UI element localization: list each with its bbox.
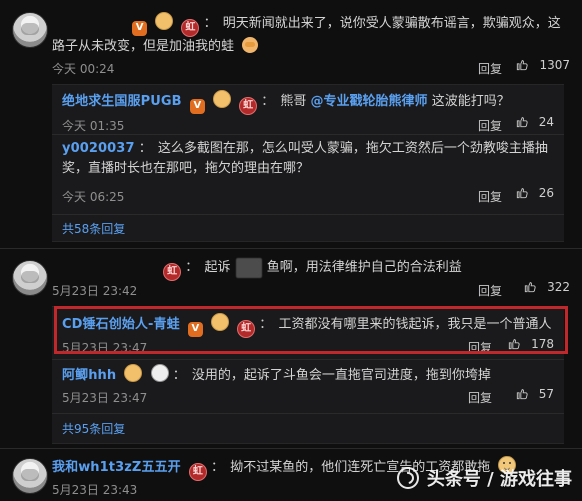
like-count: 1307 bbox=[539, 58, 570, 72]
colon-separator: ： bbox=[172, 368, 186, 383]
verified-icon: V bbox=[189, 98, 205, 114]
colon-separator: ： bbox=[211, 460, 225, 475]
mention-link[interactable]: @专业戳轮胎熊律师 bbox=[311, 94, 428, 109]
like-button[interactable]: 24 bbox=[515, 115, 554, 129]
toutiao-logo-icon bbox=[396, 467, 419, 489]
comment-body: 虹 ： 起诉 ██ 鱼啊，用法律维护自己的合法利益 bbox=[52, 258, 564, 281]
comment-2: 虹 ： 起诉 ██ 鱼啊，用法律维护自己的合法利益 5月23日 23:42 回复… bbox=[0, 248, 582, 448]
face-badge-icon bbox=[155, 12, 174, 30]
reply-text-suffix: 这波能打吗？ bbox=[431, 94, 510, 109]
reply-author-name[interactable]: 绝地求生国服PUGB bbox=[62, 94, 182, 109]
comment-text-line: V 虹 ： 明天新闻就出来了，说你受人蒙骗散布谣言，欺骗观众，这路子从未改变，但… bbox=[52, 12, 564, 57]
commenter-name[interactable]: 我和wh1t3zZ五五开 bbox=[52, 460, 181, 475]
reply-separator bbox=[52, 134, 564, 135]
like-count: 26 bbox=[538, 186, 554, 200]
face-badge-icon bbox=[212, 90, 231, 108]
reply-text-prefix: 熊哥 bbox=[280, 94, 307, 109]
reply-item: CD锤石创始人-青蛙 V 虹 ： 工资都没有哪里来的钱起诉，我只是一个普通人 5… bbox=[62, 313, 554, 357]
reply-time: 今天 01:35 bbox=[62, 119, 125, 133]
blurred-text: ██ bbox=[235, 258, 262, 278]
more-replies-link[interactable]: 共95条回复 bbox=[62, 420, 125, 437]
reply-button[interactable]: 回复 bbox=[478, 117, 502, 134]
like-button[interactable]: 1307 bbox=[515, 58, 570, 72]
reply-time: 5月23日 23:47 bbox=[62, 341, 148, 355]
thumbs-up-icon bbox=[517, 60, 529, 71]
reply-thread: 绝地求生国服PUGB V 虹 ： 熊哥 @专业戳轮胎熊律师 这波能打吗？ 今天 … bbox=[52, 84, 564, 242]
reply-author-name[interactable]: 阿鲫hhh bbox=[62, 368, 116, 383]
comment-text-line: 虹 ： 起诉 ██ 鱼啊，用法律维护自己的合法利益 bbox=[52, 258, 564, 281]
like-count: 24 bbox=[538, 115, 554, 129]
reply-separator bbox=[52, 413, 564, 414]
comment-text: 明天新闻就出来了，说你受人蒙骗散布谣言，欺骗观众，这路子从未改变，但是加油我的蛙 bbox=[52, 16, 561, 54]
reply-author-name[interactable]: CD锤石创始人-青蛙 bbox=[62, 317, 180, 332]
red-badge-icon: 虹 bbox=[188, 463, 207, 481]
like-button[interactable]: 322 bbox=[523, 280, 570, 294]
red-badge-icon: 虹 bbox=[163, 263, 182, 281]
thumbs-up-icon bbox=[516, 117, 528, 128]
watermark-text: 头条号 / 游戏往事 bbox=[426, 469, 572, 490]
like-count: 322 bbox=[547, 280, 570, 294]
reply-text-line: 阿鲫hhh ： 没用的，起诉了斗鱼会一直拖官司进度，拖到你垮掉 bbox=[62, 364, 554, 386]
red-badge-icon: 虹 bbox=[181, 19, 200, 37]
like-count: 178 bbox=[531, 337, 554, 351]
colon-separator: ： bbox=[138, 141, 152, 156]
reply-text: 工资都没有哪里来的钱起诉，我只是一个普通人 bbox=[278, 317, 552, 332]
verified-icon: V bbox=[132, 20, 148, 36]
comment-time: 5月23日 23:42 bbox=[52, 284, 138, 298]
reply-button[interactable]: 回复 bbox=[478, 188, 502, 205]
reply-item: y0020037 ： 这么多截图在那，怎么叫受人蒙骗，拖欠工资然后一个劲教唆主播… bbox=[62, 139, 554, 209]
muscle-emoji-icon bbox=[242, 37, 259, 53]
avatar[interactable] bbox=[12, 458, 48, 494]
reply-item: 阿鲫hhh ： 没用的，起诉了斗鱼会一直拖官司进度，拖到你垮掉 5月23日 23… bbox=[62, 364, 554, 408]
like-button[interactable]: 57 bbox=[515, 387, 554, 401]
colon-separator: ： bbox=[261, 94, 275, 109]
reply-text-line: y0020037 ： 这么多截图在那，怎么叫受人蒙骗，拖欠工资然后一个劲教唆主播… bbox=[62, 139, 554, 179]
thumbs-up-icon bbox=[524, 282, 536, 293]
comment-text: 起诉 bbox=[204, 260, 231, 275]
reply-author-name[interactable]: y0020037 bbox=[62, 141, 135, 156]
reply-button[interactable]: 回复 bbox=[478, 60, 502, 77]
face-badge-icon bbox=[211, 313, 230, 331]
colon-separator: ： bbox=[203, 16, 217, 31]
comment-body: V 虹 ： 明天新闻就出来了，说你受人蒙骗散布谣言，欺骗观众，这路子从未改变，但… bbox=[52, 12, 564, 57]
reply-text-line: 绝地求生国服PUGB V 虹 ： 熊哥 @专业戳轮胎熊律师 这波能打吗？ bbox=[62, 90, 554, 115]
comment-time: 5月23日 23:43 bbox=[52, 483, 138, 497]
reply-thread: CD锤石创始人-青蛙 V 虹 ： 工资都没有哪里来的钱起诉，我只是一个普通人 5… bbox=[52, 306, 564, 444]
red-badge-icon: 虹 bbox=[239, 97, 258, 115]
red-badge-icon: 虹 bbox=[237, 320, 256, 338]
reply-text: 这么多截图在那，怎么叫受人蒙骗，拖欠工资然后一个劲教唆主播抽奖，直播时长也在那吧… bbox=[62, 141, 548, 176]
reply-button[interactable]: 回复 bbox=[468, 339, 492, 356]
reply-time: 5月23日 23:47 bbox=[62, 391, 148, 405]
colon-separator: ： bbox=[259, 317, 273, 332]
reply-separator bbox=[52, 214, 564, 215]
panda-icon bbox=[150, 364, 169, 382]
like-button[interactable]: 178 bbox=[507, 337, 554, 351]
reply-text: 没用的，起诉了斗鱼会一直拖官司进度，拖到你垮掉 bbox=[191, 368, 491, 383]
like-count: 57 bbox=[538, 387, 554, 401]
reply-button[interactable]: 回复 bbox=[468, 389, 492, 406]
colon-separator: ： bbox=[185, 260, 199, 275]
avatar[interactable] bbox=[12, 260, 48, 296]
face-badge-icon bbox=[124, 364, 143, 382]
reply-text-line: CD锤石创始人-青蛙 V 虹 ： 工资都没有哪里来的钱起诉，我只是一个普通人 bbox=[62, 313, 554, 338]
reply-time: 今天 06:25 bbox=[62, 190, 125, 204]
avatar[interactable] bbox=[12, 12, 48, 48]
comment-text-after: 鱼啊，用法律维护自己的合法利益 bbox=[266, 260, 462, 275]
comment-1: V 虹 ： 明天新闻就出来了，说你受人蒙骗散布谣言，欺骗观众，这路子从未改变，但… bbox=[0, 0, 582, 248]
comment-time: 今天 00:24 bbox=[52, 62, 115, 76]
watermark: 头条号 / 游戏往事 bbox=[396, 465, 572, 491]
thumbs-up-icon bbox=[516, 389, 528, 400]
verified-icon: V bbox=[187, 321, 203, 337]
thumbs-up-icon bbox=[516, 188, 528, 199]
like-button[interactable]: 26 bbox=[515, 186, 554, 200]
more-replies-link[interactable]: 共58条回复 bbox=[62, 220, 125, 237]
reply-separator bbox=[52, 359, 564, 360]
reply-item: 绝地求生国服PUGB V 虹 ： 熊哥 @专业戳轮胎熊律师 这波能打吗？ 今天 … bbox=[62, 90, 554, 134]
thumbs-up-icon bbox=[508, 339, 520, 350]
reply-button[interactable]: 回复 bbox=[478, 282, 502, 299]
